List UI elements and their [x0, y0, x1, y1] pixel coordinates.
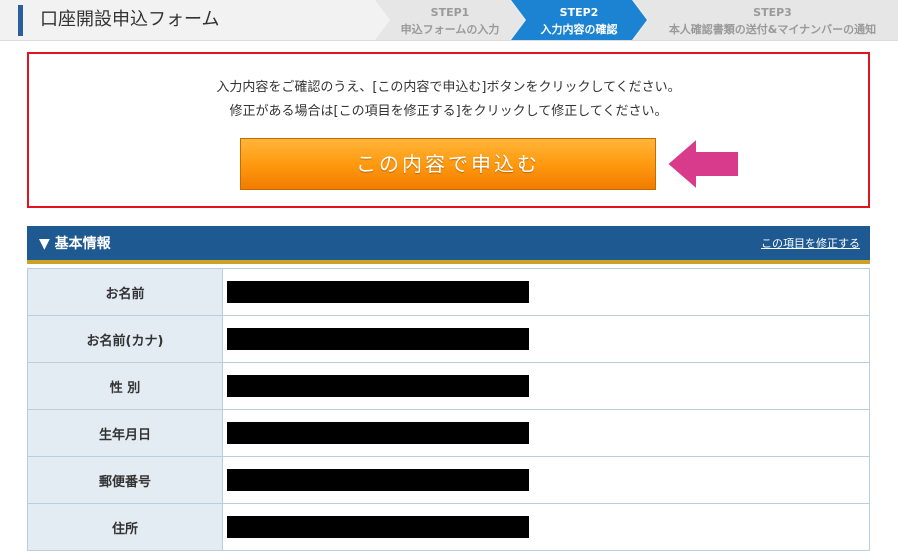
redacted-value [227, 375, 529, 397]
table-row: お名前 [27, 268, 870, 316]
section-header-basic-info: ▼ 基本情報 この項目を修正する [27, 226, 870, 264]
row-value [222, 362, 870, 410]
step-1: STEP1 申込フォームの入力 [375, 0, 525, 40]
table-row: 住所 [27, 503, 870, 551]
step-2-label: STEP2 [559, 6, 599, 19]
step-1-label: STEP1 [430, 6, 470, 19]
edit-section-link[interactable]: この項目を修正する [761, 226, 860, 262]
redacted-value [227, 422, 529, 444]
submit-application-button[interactable]: この内容で申込む [240, 138, 656, 190]
step-2: STEP2 入力内容の確認 [511, 0, 647, 40]
table-row: お名前(カナ) [27, 315, 870, 363]
step-3: STEP3 本人確認書類の送付&マイナンバーの通知 [633, 0, 898, 40]
row-label: お名前 [27, 268, 223, 316]
row-value [222, 456, 870, 504]
table-row: 生年月日 [27, 409, 870, 457]
row-value [222, 503, 870, 551]
basic-info-table: お名前 お名前(カナ) 性 別 生年月日 郵便番号 住所 [27, 268, 870, 551]
section-title: ▼ 基本情報 [39, 236, 111, 252]
page-title: 口座開設申込フォーム [40, 9, 220, 30]
redacted-value [227, 469, 529, 491]
page-header: 口座開設申込フォーム STEP1 申込フォームの入力 STEP2 入力内容の確認… [0, 0, 898, 41]
confirm-panel: 入力内容をご確認のうえ、[この内容で申込む]ボタンをクリックしてください。 修正… [27, 52, 870, 208]
row-label: 住所 [27, 503, 223, 551]
confirm-instruction-1: 入力内容をご確認のうえ、[この内容で申込む]ボタンをクリックしてください。 [216, 80, 681, 95]
row-label: お名前(カナ) [27, 315, 223, 363]
pointer-arrow-icon [665, 135, 740, 193]
row-label: 性 別 [27, 362, 223, 410]
row-value [222, 268, 870, 316]
step-2-sub: 入力内容の確認 [540, 23, 618, 36]
confirm-instruction-2: 修正がある場合は[この項目を修正する]をクリックして修正してください。 [229, 104, 668, 119]
header-accent-bar [18, 5, 23, 36]
row-value [222, 315, 870, 363]
table-row: 郵便番号 [27, 456, 870, 504]
step-3-label: STEP3 [753, 6, 792, 19]
row-value [222, 409, 870, 457]
row-label: 生年月日 [27, 409, 223, 457]
redacted-value [227, 328, 529, 350]
step-1-sub: 申込フォームの入力 [400, 23, 500, 36]
table-row: 性 別 [27, 362, 870, 410]
redacted-value [227, 516, 529, 538]
redacted-value [227, 281, 529, 303]
row-label: 郵便番号 [27, 456, 223, 504]
step-3-sub: 本人確認書類の送付&マイナンバーの通知 [668, 23, 877, 36]
